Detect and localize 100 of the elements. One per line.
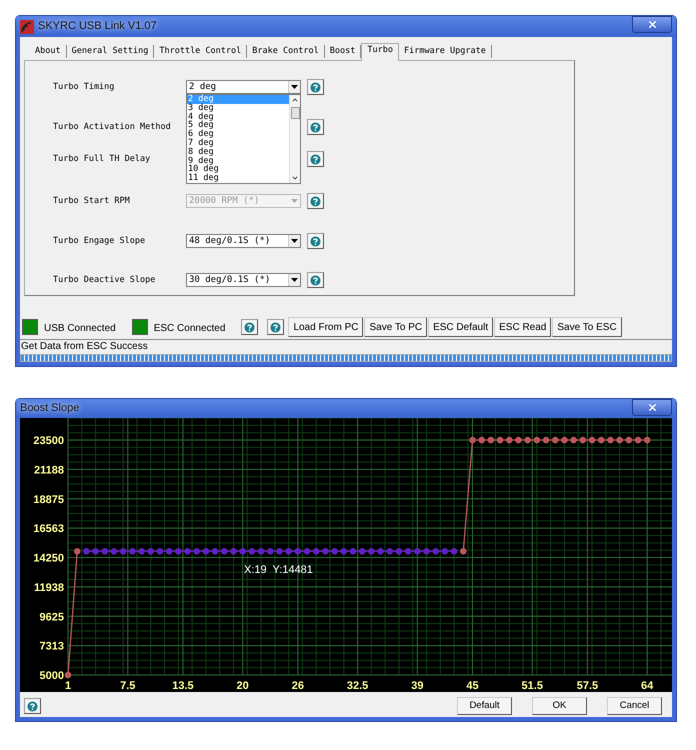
action-button[interactable]: Load From PC <box>288 317 364 337</box>
tab[interactable]: Brake Control <box>247 45 325 58</box>
dropdown-option[interactable]: 10 deg <box>187 165 289 174</box>
action-button[interactable]: ESC Read <box>494 317 552 337</box>
indicator-label: USB Connected <box>44 322 116 336</box>
data-point <box>331 548 338 555</box>
data-point <box>450 548 458 555</box>
setting-label: Turbo Engage Slope <box>53 234 146 248</box>
data-point <box>552 436 559 444</box>
help-icon <box>310 236 321 246</box>
data-point <box>304 548 310 555</box>
dialog-button[interactable]: Cancel <box>607 697 662 715</box>
dropdown[interactable]: 2 deg <box>186 80 301 94</box>
data-point <box>230 548 237 555</box>
x-tick-label: 7.5 <box>120 680 136 692</box>
y-tick-label: 16563 <box>33 523 64 536</box>
tab[interactable]: Firmware Upgrate <box>398 45 492 58</box>
dropdown[interactable]: 48 deg/0.1S (*) <box>186 234 301 248</box>
data-point <box>220 548 228 555</box>
data-point <box>469 436 476 444</box>
y-tick-label: 11938 <box>34 582 64 594</box>
data-point <box>248 548 256 555</box>
help-button[interactable] <box>307 193 324 209</box>
data-point <box>496 436 504 444</box>
data-point <box>542 436 550 444</box>
data-point <box>156 548 164 555</box>
data-point <box>368 548 375 555</box>
data-point <box>147 548 154 555</box>
dropdown-option[interactable]: 3 deg <box>187 104 289 113</box>
data-point <box>358 548 366 555</box>
scrollbar[interactable] <box>289 95 300 183</box>
tab[interactable]: About <box>30 45 67 58</box>
help-icon <box>310 82 321 92</box>
data-point <box>129 548 136 555</box>
setting-label: Turbo Start RPM <box>53 194 131 208</box>
status-bar: Get Data from ESC Success <box>20 339 672 353</box>
dropdown-option[interactable]: 9 deg <box>187 156 289 166</box>
data-point <box>506 436 513 444</box>
cursor-readout: X:19 Y:14481 <box>244 564 313 576</box>
dropdown-option[interactable]: 8 deg <box>187 148 289 157</box>
help-button[interactable] <box>307 119 324 135</box>
x-tick-label: 26 <box>292 680 304 692</box>
data-point <box>580 436 586 444</box>
help-icon <box>310 274 321 286</box>
dialog-button[interactable]: OK <box>532 697 587 715</box>
tab[interactable]: Throttle Control <box>154 45 248 58</box>
help-button[interactable] <box>24 698 41 714</box>
action-button[interactable]: ESC Default <box>428 317 494 337</box>
x-tick-label: 39 <box>411 680 424 692</box>
data-point <box>276 548 283 555</box>
help-button[interactable] <box>307 151 324 167</box>
dropdown-option[interactable]: 7 deg <box>187 138 289 148</box>
x-tick-label: 45 <box>466 680 479 692</box>
help-button[interactable] <box>307 79 324 95</box>
close-button[interactable] <box>632 16 672 33</box>
tab[interactable]: General Setting <box>66 45 154 58</box>
close-button[interactable] <box>632 399 672 416</box>
action-button[interactable]: Save To ESC <box>552 317 622 337</box>
data-point <box>534 436 540 444</box>
data-point <box>184 548 191 555</box>
data-point <box>285 548 292 555</box>
help-button[interactable] <box>267 319 284 335</box>
data-point <box>396 548 402 555</box>
data-point <box>138 548 145 555</box>
y-tick-label: 21188 <box>34 464 64 476</box>
dropdown-option[interactable]: 11 deg <box>187 174 289 183</box>
help-button[interactable] <box>307 272 324 288</box>
y-tick-label: 5000 <box>40 670 64 682</box>
help-button[interactable] <box>241 319 258 335</box>
scroll-down-icon <box>291 174 299 182</box>
x-tick-label: 13.5 <box>172 680 194 692</box>
data-point <box>294 548 302 555</box>
data-point <box>92 548 99 555</box>
data-point <box>312 548 320 555</box>
data-point <box>598 436 604 444</box>
data-point <box>166 548 172 555</box>
data-point <box>175 548 182 555</box>
data-point <box>478 436 485 444</box>
scroll-up-icon <box>291 96 299 104</box>
data-point <box>626 436 632 444</box>
data-point <box>239 548 246 555</box>
close-icon <box>646 19 658 30</box>
data-point <box>202 548 210 555</box>
dropdown-option[interactable]: 6 deg <box>187 130 289 139</box>
data-point <box>404 548 412 555</box>
data-point <box>607 436 614 444</box>
data-point <box>616 436 623 444</box>
data-point <box>212 548 218 555</box>
help-icon <box>270 322 282 332</box>
tab[interactable]: Turbo <box>361 43 399 61</box>
data-point <box>644 436 650 444</box>
x-tick-label: 51.5 <box>522 680 543 692</box>
dropdown-option[interactable]: 4 deg <box>187 112 289 122</box>
scroll-thumb[interactable] <box>290 107 300 119</box>
dropdown-option[interactable]: 5 deg <box>187 121 289 130</box>
dropdown[interactable]: 30 deg/0.1S (*) <box>186 273 301 287</box>
data-point <box>634 436 642 444</box>
dialog-button[interactable]: Default <box>457 697 512 715</box>
help-button[interactable] <box>307 233 324 249</box>
action-button[interactable]: Save To PC <box>364 317 428 337</box>
